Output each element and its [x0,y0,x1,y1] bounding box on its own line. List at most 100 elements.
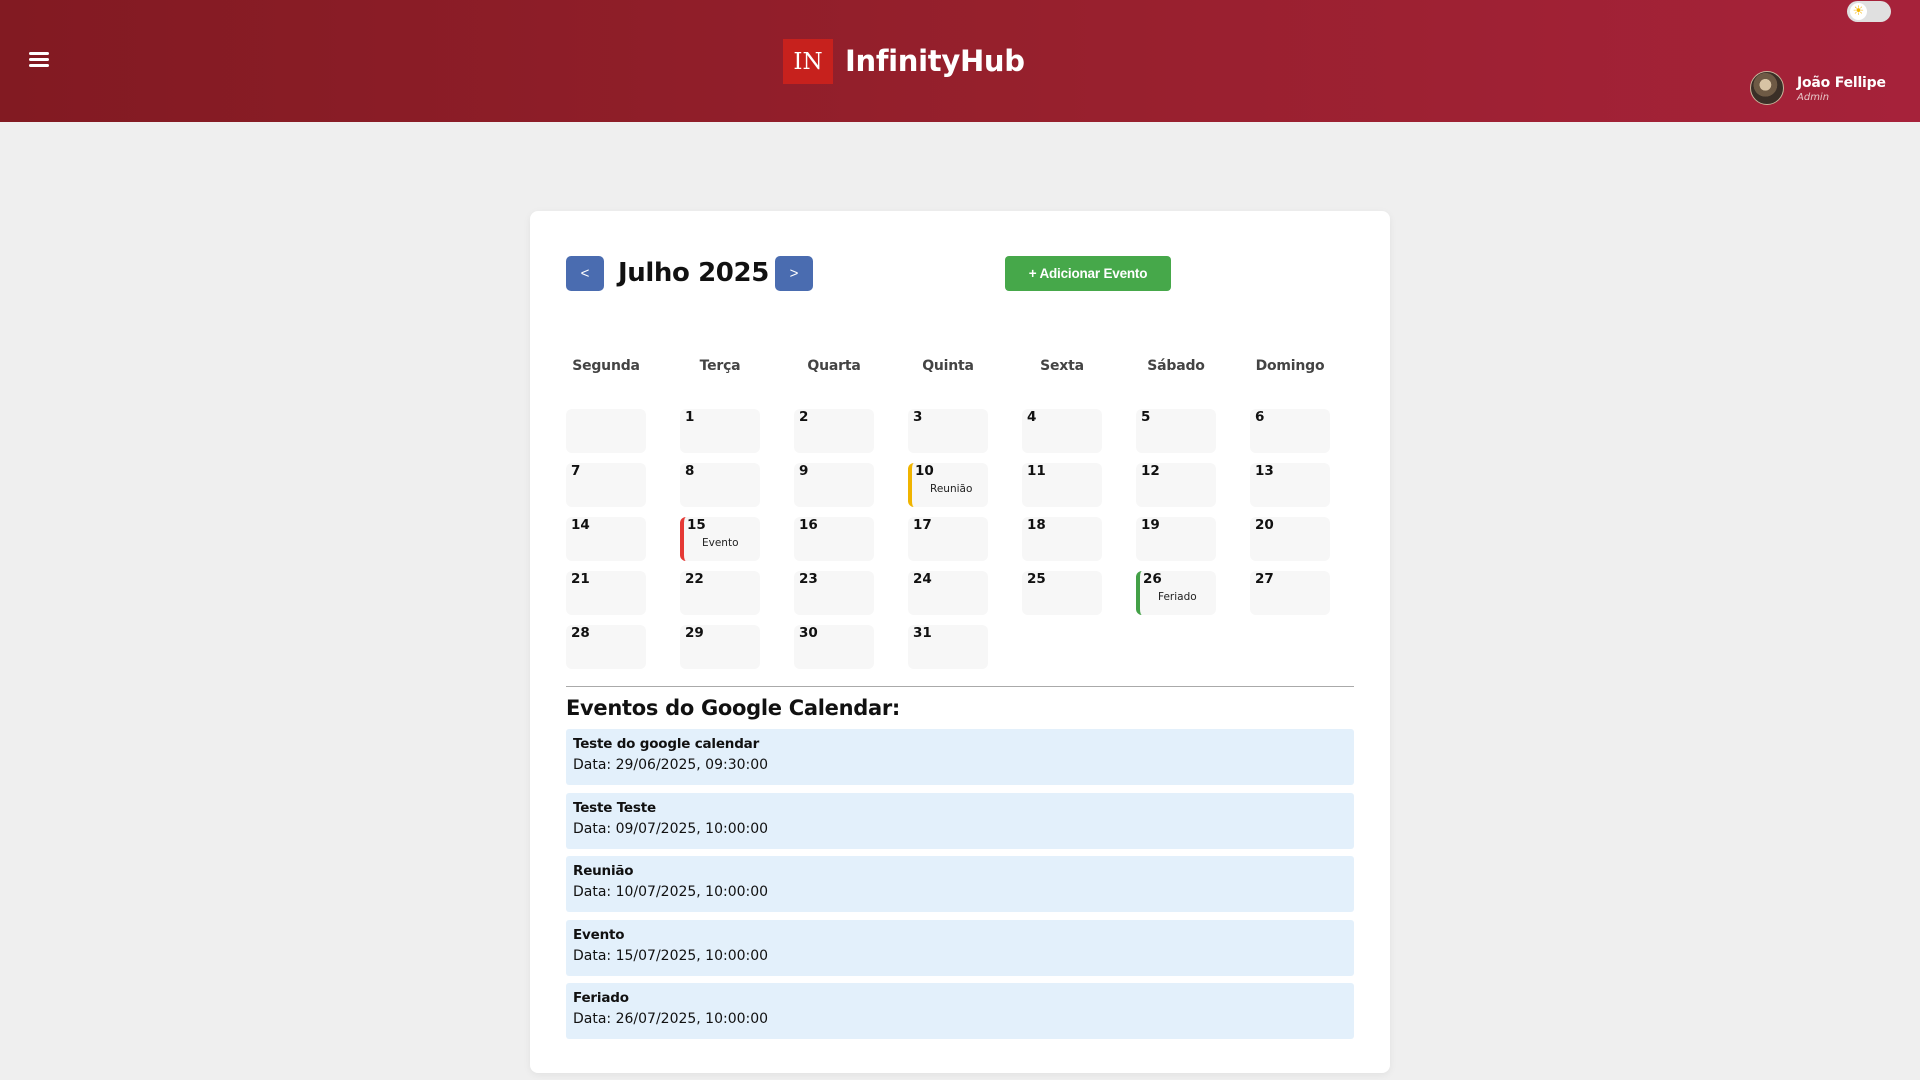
day-number: 17 [913,517,932,533]
calendar-day[interactable]: 6 [1250,409,1330,453]
day-number: 4 [1027,409,1037,425]
google-event-item[interactable]: Feriado Data: 26/07/2025, 10:00:00 [566,983,1354,1039]
event-title: Teste do google calendar [573,736,760,752]
logo: IN [783,39,833,84]
avatar[interactable] [1750,71,1784,105]
day-number: 18 [1027,517,1046,533]
calendar-day[interactable]: 24 [908,571,988,615]
day-number: 13 [1255,463,1274,479]
day-number: 28 [571,625,590,641]
day-number: 30 [799,625,818,641]
day-number: 29 [685,625,704,641]
day-number: 26 [1143,571,1162,587]
day-number: 19 [1141,517,1160,533]
day-number: 25 [1027,571,1046,587]
calendar-day[interactable]: 27 [1250,571,1330,615]
calendar-day[interactable]: 21 [566,571,646,615]
calendar-day[interactable]: 18 [1022,517,1102,561]
calendar-day[interactable]: 14 [566,517,646,561]
weekday-header: Sexta [1040,358,1084,374]
calendar-day[interactable]: 3 [908,409,988,453]
calendar-day[interactable]: 13 [1250,463,1330,507]
day-number: 16 [799,517,818,533]
sun-icon: ☀ [1850,3,1867,20]
calendar-day[interactable]: 25 [1022,571,1102,615]
day-number: 11 [1027,463,1046,479]
event-title: Reunião [573,863,634,879]
calendar-day[interactable]: 23 [794,571,874,615]
calendar-card: < Julho 2025 > + Adicionar Evento Segund… [530,211,1390,1073]
day-number: 21 [571,571,590,587]
day-number: 3 [913,409,923,425]
event-title: Teste Teste [573,800,656,816]
prev-month-button[interactable]: < [566,256,604,291]
calendar-day[interactable]: 31 [908,625,988,669]
next-month-button[interactable]: > [775,256,813,291]
day-number: 27 [1255,571,1274,587]
event-date: Data: 09/07/2025, 10:00:00 [573,821,769,837]
day-number: 15 [687,517,706,533]
theme-toggle[interactable]: ☀ [1847,1,1891,22]
weekday-header: Domingo [1255,358,1325,374]
day-number: 22 [685,571,704,587]
event-date: Data: 29/06/2025, 09:30:00 [573,757,769,773]
user-role: Admin [1797,92,1830,103]
calendar-day[interactable]: 12 [1136,463,1216,507]
day-number: 12 [1141,463,1160,479]
event-title: Feriado [573,990,629,1006]
user-name: João Fellipe [1797,75,1886,91]
day-number: 20 [1255,517,1274,533]
weekday-header: Quinta [922,358,974,374]
calendar-day[interactable]: 19 [1136,517,1216,561]
google-event-item[interactable]: Evento Data: 15/07/2025, 10:00:00 [566,920,1354,976]
google-event-item[interactable]: Teste do google calendar Data: 29/06/2025… [566,729,1354,785]
calendar-day[interactable]: 22 [680,571,760,615]
weekday-header: Sábado [1147,358,1205,374]
google-event-item[interactable]: Teste Teste Data: 09/07/2025, 10:00:00 [566,793,1354,849]
day-event-label[interactable]: Reunião [930,483,972,495]
day-event-label[interactable]: Feriado [1158,591,1197,603]
calendar-day[interactable]: 16 [794,517,874,561]
calendar-day[interactable]: 29 [680,625,760,669]
day-event-label[interactable]: Evento [702,537,739,549]
google-events-title: Eventos do Google Calendar: [566,696,900,720]
calendar-day[interactable]: 1 [680,409,760,453]
day-number: 23 [799,571,818,587]
calendar-day[interactable]: 2 [794,409,874,453]
calendar-day[interactable]: 26 Feriado [1136,571,1216,615]
weekday-header: Quarta [807,358,861,374]
calendar-day[interactable]: 17 [908,517,988,561]
brand-name: InfinityHub [845,44,1025,78]
calendar-day[interactable]: 4 [1022,409,1102,453]
calendar-day[interactable]: 20 [1250,517,1330,561]
day-number: 31 [913,625,932,641]
calendar-day[interactable]: 5 [1136,409,1216,453]
event-date: Data: 26/07/2025, 10:00:00 [573,1011,769,1027]
weekday-header: Segunda [572,358,640,374]
calendar-day[interactable]: 15 Evento [680,517,760,561]
day-number: 5 [1141,409,1151,425]
day-number: 1 [685,409,695,425]
day-number: 10 [915,463,934,479]
menu-icon[interactable] [26,49,52,71]
day-number: 14 [571,517,590,533]
calendar-day[interactable]: 30 [794,625,874,669]
weekday-header: Terça [699,358,741,374]
add-event-button[interactable]: + Adicionar Evento [1005,256,1171,291]
calendar-day[interactable]: 9 [794,463,874,507]
day-number: 24 [913,571,932,587]
day-number: 7 [571,463,581,479]
day-number: 2 [799,409,809,425]
day-number: 8 [685,463,695,479]
day-number: 6 [1255,409,1265,425]
calendar-day[interactable]: 7 [566,463,646,507]
google-event-item[interactable]: Reunião Data: 10/07/2025, 10:00:00 [566,856,1354,912]
calendar-day[interactable]: 10 Reunião [908,463,988,507]
calendar-day[interactable]: 28 [566,625,646,669]
month-title: Julho 2025 [618,258,769,288]
calendar-day[interactable]: 8 [680,463,760,507]
calendar-day[interactable]: 11 [1022,463,1102,507]
event-title: Evento [573,927,625,943]
event-date: Data: 10/07/2025, 10:00:00 [573,884,769,900]
divider [566,686,1354,687]
